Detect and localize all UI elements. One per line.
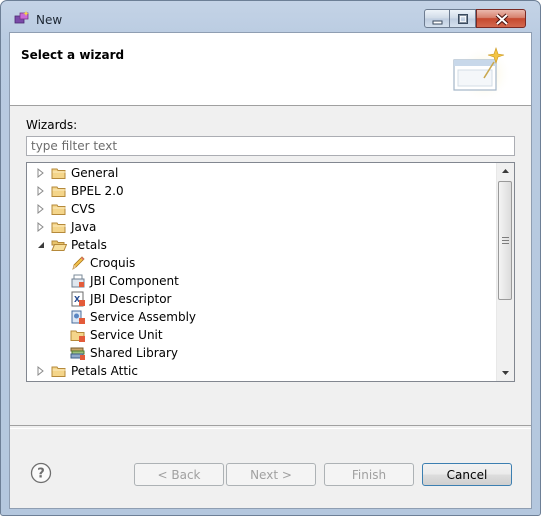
minimize-icon <box>432 20 443 25</box>
tree-item-label: JBI Descriptor <box>90 292 172 306</box>
folder-icon <box>51 222 66 233</box>
tree-item-label: CVS <box>71 202 96 216</box>
tree-item-jbi-component[interactable]: JBI Component <box>27 272 497 290</box>
finish-button[interactable]: Finish <box>324 463 414 486</box>
close-button[interactable] <box>476 9 526 28</box>
maximize-icon <box>458 14 468 24</box>
tree-item-label: Shared Library <box>90 346 179 360</box>
expand-arrow-icon[interactable] <box>36 222 46 232</box>
dialog-window: New Select a wizard Wizards: type filter… <box>0 0 541 516</box>
tree-item-label: Service Unit <box>90 328 163 342</box>
dialog-client-area: Select a wizard Wizards: type filter tex… <box>9 32 532 509</box>
tree-item-petals[interactable]: Petals <box>27 236 497 254</box>
tree-item-jbi-descriptor[interactable]: X JBI Descriptor <box>27 290 497 308</box>
expand-arrow-icon[interactable] <box>36 168 46 178</box>
service-unit-icon <box>70 330 85 342</box>
expand-arrow-icon[interactable] <box>36 204 46 214</box>
folder-icon <box>51 366 66 377</box>
folder-icon <box>51 168 66 179</box>
window-title: New <box>36 13 63 27</box>
back-button[interactable]: < Back <box>134 463 224 486</box>
tree-item-label: BPEL 2.0 <box>71 184 124 198</box>
grip-line <box>502 240 509 241</box>
new-wizard-icon <box>14 11 29 24</box>
wizard-banner-icon <box>453 46 510 100</box>
tree-item-java[interactable]: Java <box>27 218 497 236</box>
folder-icon <box>51 186 66 197</box>
tree-item-label: Croquis <box>90 256 136 270</box>
page-title: Select a wizard <box>21 48 125 62</box>
tree-item-label: Petals Attic <box>71 364 138 378</box>
tree-item-croquis[interactable]: Croquis <box>27 254 497 272</box>
shared-library-icon <box>70 347 85 360</box>
tree-item-label: Service Assembly <box>90 310 197 324</box>
next-button[interactable]: Next > <box>226 463 316 486</box>
tree-item-service-unit[interactable]: Service Unit <box>27 326 497 344</box>
scroll-up-icon[interactable] <box>497 163 514 180</box>
xml-file-icon: X <box>71 291 85 307</box>
collapse-arrow-icon[interactable] <box>36 240 46 250</box>
vertical-scrollbar[interactable] <box>496 163 514 381</box>
grip-line <box>502 243 509 244</box>
service-assembly-icon <box>71 310 85 324</box>
wizard-tree[interactable]: General BPEL 2.0 CVS Java Petals Croquis… <box>26 162 515 382</box>
tree-item-general[interactable]: General <box>27 164 497 182</box>
scrollbar-thumb[interactable] <box>498 181 512 300</box>
tree-item-bpel[interactable]: BPEL 2.0 <box>27 182 497 200</box>
maximize-button[interactable] <box>450 9 476 28</box>
close-icon <box>495 13 509 26</box>
tree-item-label: Petals <box>71 238 107 252</box>
filter-input[interactable] <box>26 136 515 156</box>
tree-item-cvs[interactable]: CVS <box>27 200 497 218</box>
pencil-icon <box>72 256 85 270</box>
title-bar[interactable]: New <box>1 1 540 31</box>
scroll-down-icon[interactable] <box>497 364 514 381</box>
help-icon[interactable]: ? <box>30 462 52 484</box>
cancel-button[interactable]: Cancel <box>422 463 512 486</box>
minimize-button[interactable] <box>424 9 450 28</box>
expand-arrow-icon[interactable] <box>36 366 46 376</box>
grip-line <box>502 237 509 238</box>
wizards-label: Wizards: <box>26 118 78 132</box>
jbi-component-icon <box>71 274 85 288</box>
svg-text:?: ? <box>37 467 45 482</box>
tree-item-shared-library[interactable]: Shared Library <box>27 344 497 362</box>
button-bar-separator <box>10 425 531 429</box>
folder-open-icon <box>51 240 67 251</box>
folder-icon <box>51 204 66 215</box>
tree-item-service-assembly[interactable]: Service Assembly <box>27 308 497 326</box>
wizard-header: Select a wizard <box>10 33 531 106</box>
expand-arrow-icon[interactable] <box>36 186 46 196</box>
tree-item-label: JBI Component <box>90 274 179 288</box>
tree-item-petals-attic[interactable]: Petals Attic <box>27 362 497 380</box>
tree-item-label: General <box>71 166 119 180</box>
tree-item-label: Java <box>71 220 97 234</box>
